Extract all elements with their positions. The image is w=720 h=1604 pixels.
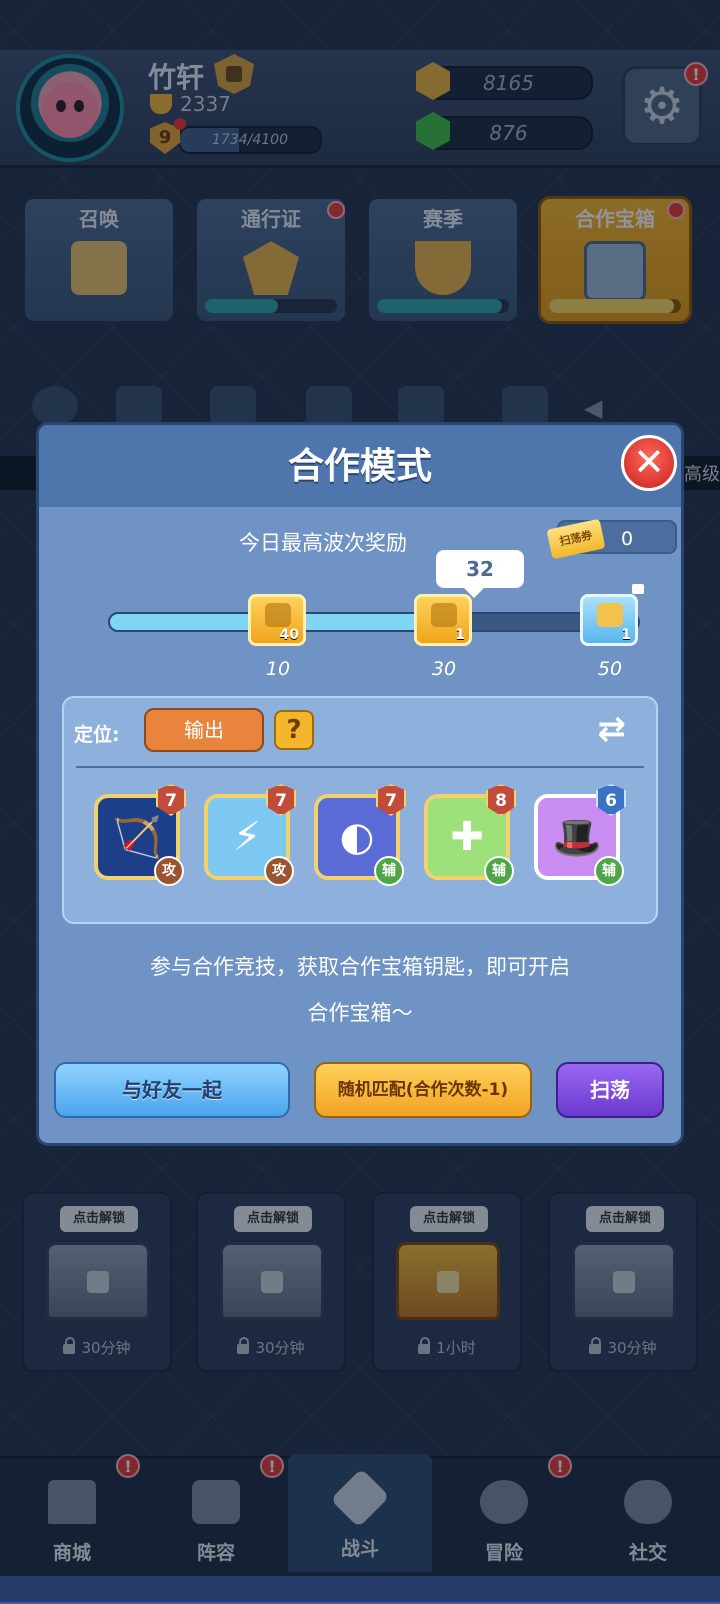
- hero-role-tag: 辅: [594, 856, 624, 886]
- random-match-button[interactable]: 随机匹配(合作次数-1): [314, 1062, 532, 1118]
- sweep-button[interactable]: 扫荡: [556, 1062, 664, 1118]
- milestone-reward[interactable]: 1: [414, 594, 472, 646]
- heal-cross-icon: ✚: [450, 814, 484, 860]
- modal-title: 合作模式: [287, 446, 432, 487]
- swap-icon[interactable]: ⇄: [598, 712, 627, 746]
- milestone-count: 1: [621, 627, 631, 643]
- milestone-reward[interactable]: 40: [248, 594, 306, 646]
- current-wave-bubble: 32: [436, 550, 524, 598]
- hero-slot[interactable]: 🏹 7 攻: [94, 784, 186, 886]
- help-button[interactable]: ?: [274, 710, 314, 750]
- milestone-count: 40: [279, 627, 299, 643]
- wave-progress-bar: [108, 612, 640, 632]
- daily-reward-title: 今日最高波次奖励: [239, 531, 407, 555]
- hero-role-tag: 辅: [484, 856, 514, 886]
- modal-header: 合作模式: [39, 425, 681, 507]
- mask-icon: ◐: [339, 814, 375, 860]
- role-select-button[interactable]: 输出: [144, 708, 264, 752]
- hero-slot[interactable]: ⚡ 7 攻: [204, 784, 296, 886]
- milestone-lock-icon: [632, 584, 644, 594]
- hero-slot[interactable]: 🎩 6 辅: [534, 784, 626, 886]
- close-button[interactable]: ✕: [621, 435, 677, 491]
- sweep-ticket-counter: 扫荡券 0: [546, 518, 677, 560]
- magic-hat-icon: 🎩: [552, 815, 602, 861]
- coop-description: 参与合作竞技，获取合作宝箱钥匙，即可开启 合作宝箱～: [0, 944, 720, 1036]
- sweep-ticket-icon: [597, 603, 623, 627]
- lightning-icon: ⚡: [232, 814, 262, 860]
- sweep-ticket-count: 0: [621, 528, 634, 550]
- coop-description-line1: 参与合作竞技，获取合作宝箱钥匙，即可开启: [150, 955, 570, 979]
- panel-divider: [76, 766, 644, 768]
- hero-role-tag: 辅: [374, 856, 404, 886]
- bow-icon: 🏹: [112, 815, 162, 861]
- milestone-wave: 10: [265, 658, 291, 680]
- hero-role-tag: 攻: [154, 856, 184, 886]
- coop-description-line2: 合作宝箱～: [307, 1001, 413, 1025]
- key-icon: [265, 603, 291, 627]
- sweep-ticket-icon: 扫荡券: [546, 518, 606, 560]
- close-icon: ✕: [633, 440, 665, 484]
- hero-slot[interactable]: ◐ 7 辅: [314, 784, 406, 886]
- milestone-count: 1: [455, 627, 465, 643]
- milestone-reward[interactable]: 1: [580, 594, 638, 646]
- team-panel: 定位: 输出 ? ⇄ 🏹 7 攻 ⚡ 7 攻 ◐ 7 辅 ✚ 8 辅 🎩 6 辅: [62, 696, 658, 924]
- role-label: 定位:: [74, 724, 120, 746]
- milestone-wave: 30: [431, 658, 457, 680]
- play-with-friend-button[interactable]: 与好友一起: [54, 1062, 290, 1118]
- hero-role-tag: 攻: [264, 856, 294, 886]
- dice-card-icon: [431, 603, 457, 627]
- hero-slot[interactable]: ✚ 8 辅: [424, 784, 516, 886]
- milestone-wave: 50: [597, 658, 623, 680]
